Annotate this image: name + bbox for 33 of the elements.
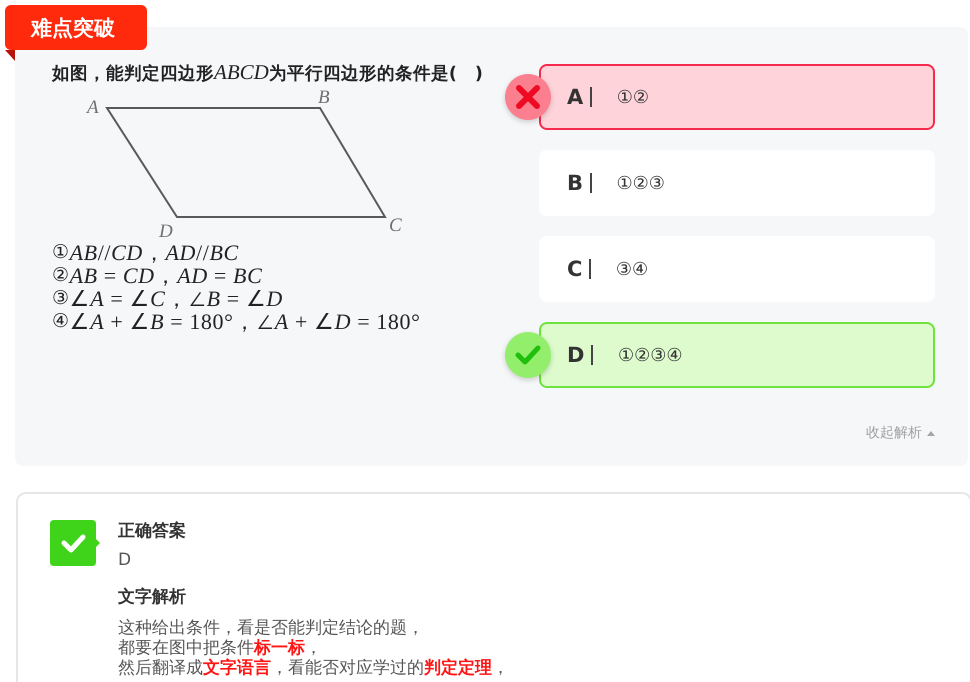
condition-text: ④∠A + ∠B = 180°，∠A + ∠D = 180° [52,310,420,333]
vertex-label: C [389,215,402,236]
analysis-line: 然后翻译成文字语言，看能否对应学过的判定定理， [118,658,509,678]
condition-text: ②AB = CD，AD = BC [52,264,262,287]
answer-option[interactable]: D ①②③④ [539,322,935,388]
correct-answer-title: 正确答案 [118,520,186,543]
answer-option[interactable]: C ③④ [539,236,935,302]
option-letter: A [567,85,584,109]
caret-up-icon [927,430,935,436]
section-badge: 难点突破 [5,5,147,50]
analysis-line: 这种给出条件，看是否能判定结论的题， [118,618,424,638]
check-icon [50,520,100,566]
vertex-label: D [159,221,173,241]
answer-option[interactable]: B ①②③ [539,150,935,216]
option-text: ③④ [616,258,648,280]
option-text: ①②③ [616,172,665,194]
analysis-line: 都要在图中把条件标一标， [118,638,322,658]
condition-text: ③∠A = ∠C，∠B = ∠D [52,287,283,310]
vertex-label: B [318,87,330,108]
vertex-label: A [87,97,99,118]
analysis-title: 文字解析 [118,586,186,609]
question-text: 如图，能判定四边形ABCD为平行四边形的条件是( ) [52,61,483,85]
check-icon [505,332,551,378]
option-letter: D [567,343,584,367]
option-letter: C [567,257,582,281]
option-letter: B [567,171,584,195]
correct-answer-value: D [118,549,132,571]
option-text: ①②③④ [618,344,682,366]
condition-text: ①AB//CD，AD//BC [52,241,239,264]
ribbon-fold-icon [5,50,15,61]
cross-icon [505,74,551,120]
option-text: ①② [616,86,650,108]
answer-option[interactable]: A ①② [539,64,935,130]
